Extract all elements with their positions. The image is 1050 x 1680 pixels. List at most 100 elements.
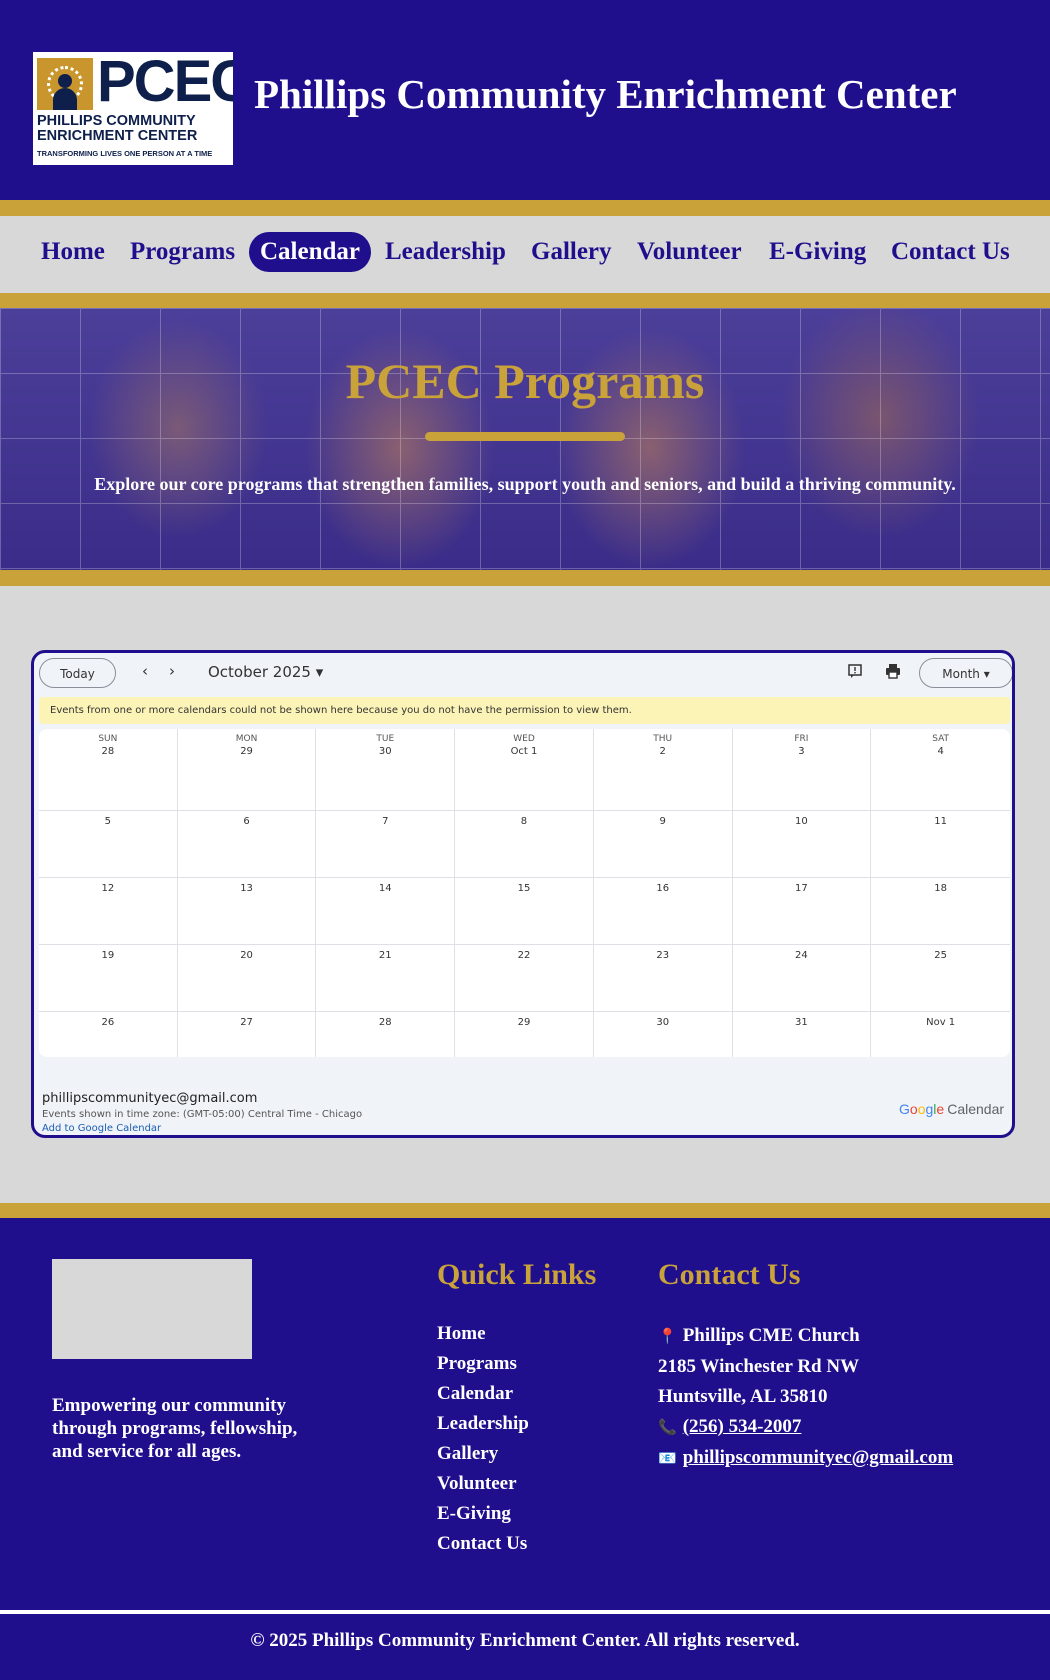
calendar-day-cell[interactable]: 20 <box>177 945 317 1012</box>
nav-gallery[interactable]: Gallery <box>531 232 612 272</box>
view-mode-dropdown[interactable]: Month ▾ <box>919 658 1012 688</box>
calendar-day-cell[interactable]: 8 <box>455 811 594 878</box>
date-number: 23 <box>656 950 670 961</box>
logo-wordmark: PCEC <box>97 52 233 114</box>
calendar-day-cell[interactable]: 28 <box>316 1012 456 1057</box>
calendar-day-cell[interactable]: 29 <box>455 1012 594 1057</box>
date-number: 27 <box>240 1017 253 1028</box>
next-month-icon[interactable]: › <box>169 662 175 680</box>
date-number: 7 <box>382 816 389 827</box>
calendar-day-cell[interactable]: 22 <box>455 945 594 1012</box>
nav-calendar[interactable]: Calendar <box>249 232 371 272</box>
calendar-day-cell[interactable]: FRI 3 <box>732 729 872 811</box>
quick-link-home[interactable]: Home <box>437 1319 529 1349</box>
calendar-day-cell[interactable]: 17 <box>732 878 872 945</box>
gold-divider-hero <box>0 570 1050 586</box>
date-number: 15 <box>517 883 531 894</box>
calendar-day-cell[interactable]: 21 <box>316 945 456 1012</box>
date-number: 24 <box>795 950 808 961</box>
contact-phone-link[interactable]: (256) 534-2007 <box>683 1416 802 1437</box>
print-icon[interactable] <box>884 663 902 681</box>
calendar-day-cell[interactable]: SUN 28 <box>39 729 178 811</box>
gold-divider-top <box>0 200 1050 216</box>
add-to-google-calendar-link[interactable]: Add to Google Calendar <box>42 1123 161 1134</box>
nav-contact-us[interactable]: Contact Us <box>891 232 1010 272</box>
calendar-day-cell[interactable]: 19 <box>39 945 178 1012</box>
date-number: 11 <box>934 816 947 827</box>
google-calendar-brand[interactable]: Google Calendar <box>899 1101 1004 1117</box>
contact-email-link[interactable]: phillipscommunityec@gmail.com <box>683 1447 953 1468</box>
calendar-day-cell[interactable]: 13 <box>177 878 317 945</box>
date-number: Oct 1 <box>510 746 538 757</box>
feedback-icon[interactable] <box>846 663 864 681</box>
footer-tagline: Empowering our community through program… <box>52 1395 298 1462</box>
calendar-day-cell[interactable]: 9 <box>593 811 733 878</box>
today-button[interactable]: Today <box>39 658 116 688</box>
calendar-day-cell[interactable]: SAT 4 <box>871 729 1010 811</box>
quick-link-programs[interactable]: Programs <box>437 1349 529 1379</box>
date-number: 31 <box>795 1017 808 1028</box>
calendar-day-cell[interactable]: TUE 30 <box>316 729 456 811</box>
calendar-day-cell[interactable]: THU 2 <box>593 729 733 811</box>
location-pin-icon: 📍 <box>658 1329 677 1345</box>
calendar-day-cell[interactable]: 25 <box>871 945 1010 1012</box>
calendar-day-cell[interactable]: MON 29 <box>177 729 317 811</box>
date-number: 3 <box>798 746 805 757</box>
calendar-day-cell[interactable]: 15 <box>455 878 594 945</box>
nav-volunteer[interactable]: Volunteer <box>637 232 742 272</box>
weekday-label: WED <box>513 734 535 744</box>
hero-title: PCEC Programs <box>345 353 705 409</box>
quick-link-gallery[interactable]: Gallery <box>437 1439 529 1469</box>
quick-link-volunteer[interactable]: Volunteer <box>437 1469 529 1499</box>
calendar-day-cell[interactable]: 27 <box>178 1012 317 1057</box>
calendar-day-cell[interactable]: 18 <box>871 878 1010 945</box>
weekday-label: SAT <box>932 734 950 744</box>
weekday-label: MON <box>235 734 258 744</box>
logo-emblem-icon <box>37 58 93 110</box>
nav-leadership[interactable]: Leadership <box>385 232 506 272</box>
nav-e-giving[interactable]: E-Giving <box>769 232 866 272</box>
calendar-day-cell[interactable]: 5 <box>39 811 178 878</box>
quick-link-e-giving[interactable]: E-Giving <box>437 1499 529 1529</box>
date-number: 2 <box>659 746 666 757</box>
google-letter-o1: o <box>909 1101 918 1117</box>
contact-city: Huntsville, AL 35810 <box>658 1386 828 1407</box>
date-number: 16 <box>656 883 670 894</box>
calendar-day-cell[interactable]: Nov 1 <box>871 1012 1010 1057</box>
calendar-day-cell[interactable]: 12 <box>39 878 178 945</box>
timezone-note: Events shown in time zone: (GMT-05:00) C… <box>42 1109 363 1120</box>
nav-home[interactable]: Home <box>41 232 105 272</box>
calendar-day-cell[interactable]: 24 <box>732 945 872 1012</box>
calendar-day-cell[interactable]: 23 <box>593 945 733 1012</box>
nav-programs[interactable]: Programs <box>130 232 235 272</box>
date-number: 30 <box>656 1017 670 1028</box>
phone-icon: 📞 <box>658 1420 677 1436</box>
date-number: 25 <box>934 950 947 961</box>
calendar-day-cell[interactable]: 6 <box>177 811 317 878</box>
prev-month-icon[interactable]: ‹ <box>142 662 148 680</box>
date-number: 9 <box>659 816 666 827</box>
calendar-day-cell[interactable]: 14 <box>316 878 456 945</box>
date-number: 21 <box>378 950 392 961</box>
calendar-day-cell[interactable]: 11 <box>871 811 1010 878</box>
quick-link-leadership[interactable]: Leadership <box>437 1409 529 1439</box>
date-number: 20 <box>240 950 253 961</box>
contact-heading: Contact Us <box>658 1258 801 1291</box>
contact-street: 2185 Winchester Rd NW <box>658 1356 860 1377</box>
google-calendar-embed: Today ‹ › October 2025 ▾ Month ▾ Events … <box>31 650 1015 1138</box>
calendar-day-cell[interactable]: 30 <box>594 1012 733 1057</box>
calendar-day-cell[interactable]: 26 <box>39 1012 178 1057</box>
date-number: 22 <box>517 950 531 961</box>
quick-links-heading: Quick Links <box>437 1258 597 1291</box>
quick-link-contact-us[interactable]: Contact Us <box>437 1529 529 1559</box>
date-number: 17 <box>795 883 808 894</box>
weekday-label: TUE <box>376 734 395 744</box>
month-dropdown[interactable]: October 2025 ▾ <box>208 663 323 681</box>
calendar-day-cell[interactable]: 10 <box>732 811 872 878</box>
calendar-day-cell[interactable]: WED Oct 1 <box>455 729 594 811</box>
pcec-logo[interactable]: PCEC PHILLIPS COMMUNITY ENRICHMENT CENTE… <box>33 52 233 165</box>
calendar-day-cell[interactable]: 7 <box>316 811 456 878</box>
quick-link-calendar[interactable]: Calendar <box>437 1379 529 1409</box>
calendar-day-cell[interactable]: 31 <box>733 1012 872 1057</box>
calendar-day-cell[interactable]: 16 <box>593 878 733 945</box>
